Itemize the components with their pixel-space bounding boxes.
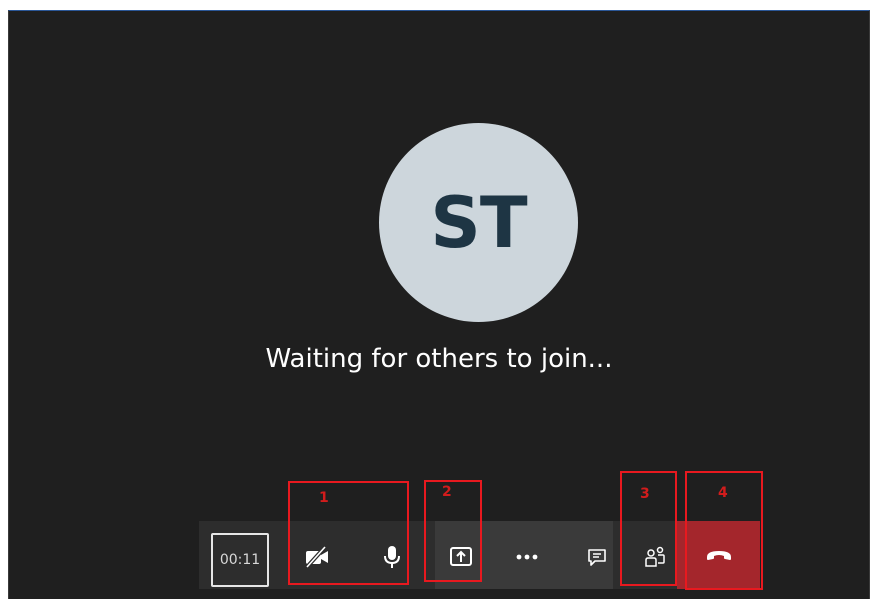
waiting-status: Waiting for others to join... [265,344,613,374]
avatar: ST [379,123,578,322]
more-options-icon [516,554,538,560]
callout-number-1: 1 [319,490,329,506]
callout-box-2 [424,480,482,582]
chat-icon [587,547,607,567]
callout-number-4: 4 [718,485,728,501]
chat-button[interactable] [575,535,619,579]
callout-number-2: 2 [442,484,452,500]
avatar-initials: ST [430,181,527,264]
callout-number-3: 3 [640,486,650,502]
more-options-button[interactable] [505,535,549,579]
callout-box-1 [288,481,409,585]
call-timer: 00:11 [211,533,269,587]
call-stage: ST Waiting for others to join... 00:11 1… [8,10,870,599]
